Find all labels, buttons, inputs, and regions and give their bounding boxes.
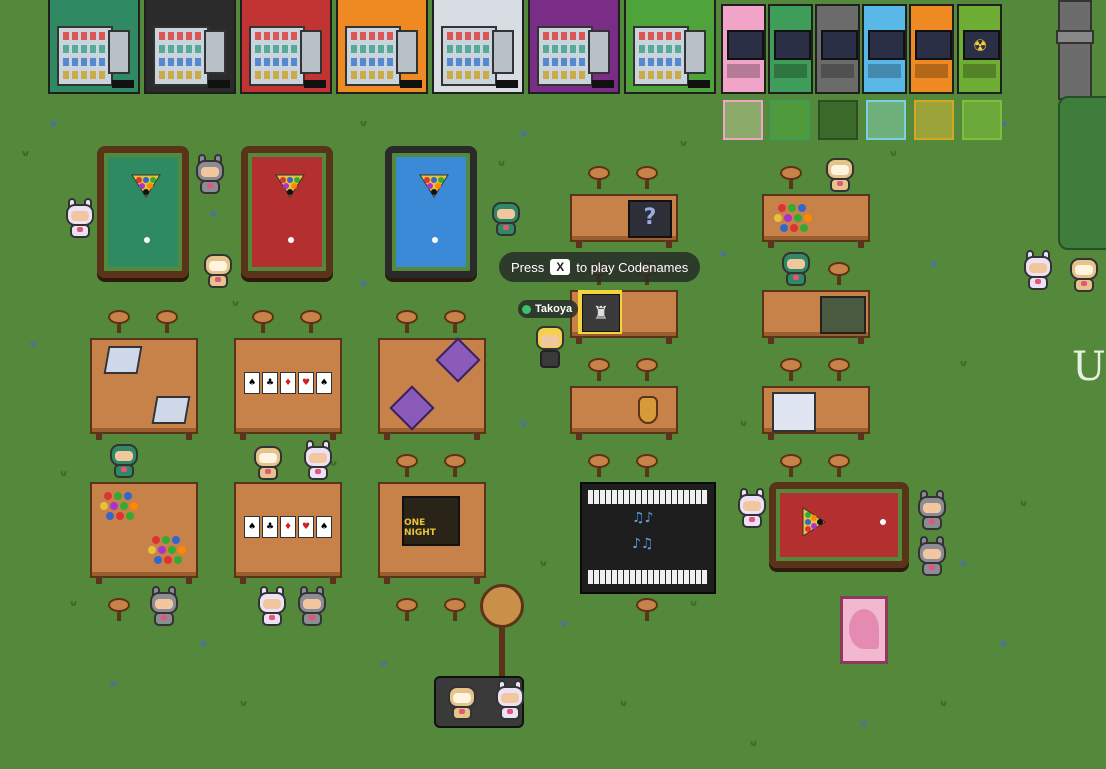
marble-board-icon <box>146 532 190 572</box>
game-table[interactable] <box>90 338 198 440</box>
vending-machine-black[interactable] <box>144 0 236 94</box>
color-swatch[interactable] <box>723 100 763 140</box>
vending-machine-white[interactable] <box>432 0 524 94</box>
prompt-key: X <box>550 259 571 275</box>
avatar-raccoon[interactable] <box>192 154 228 194</box>
vending-machine-orange[interactable] <box>336 0 428 94</box>
arcade-machine-orange[interactable] <box>909 4 954 94</box>
card-game-table[interactable]: ♠ ♣ ♦ ♥ ♠ <box>234 338 342 440</box>
avatar-pug[interactable] <box>200 248 236 288</box>
game-table[interactable] <box>378 337 486 440</box>
playing-cards-icon: ♠ ♣ ♦ ♥ ♠ <box>244 372 332 394</box>
avatar-bunny[interactable] <box>300 440 336 480</box>
d20-die-icon <box>435 337 481 383</box>
hedge <box>1058 96 1106 250</box>
vending-machine-green[interactable] <box>48 0 140 94</box>
avatar-raccoon[interactable] <box>914 490 950 530</box>
tile-icon <box>103 346 143 374</box>
arcade-machine-blue[interactable] <box>862 4 907 94</box>
avatar-bunny[interactable] <box>1020 250 1056 290</box>
lamp-post <box>480 584 524 628</box>
pool-table[interactable] <box>769 482 909 568</box>
prompt-suffix: to play Codenames <box>576 259 689 275</box>
avatar-bunny[interactable] <box>492 680 528 720</box>
online-status-icon <box>522 304 531 314</box>
color-swatch[interactable] <box>818 100 858 140</box>
avatar-frog[interactable] <box>106 438 142 478</box>
edge-sign-text: Use <box>1072 344 1106 390</box>
color-swatch[interactable] <box>866 100 906 140</box>
radiation-icon: ☢ <box>973 36 988 55</box>
piano-keys <box>588 490 708 504</box>
avatar-pug[interactable] <box>1066 252 1102 292</box>
playing-cards-icon: ♠ ♣ ♦ ♥ ♠ <box>244 516 332 538</box>
game-world: ☢ Use <box>0 0 1106 769</box>
game-table[interactable] <box>762 386 870 440</box>
piano[interactable]: ♫♪ ♪♫ <box>580 482 716 594</box>
poster-icon[interactable] <box>840 596 888 664</box>
avatar-frog[interactable] <box>488 196 524 236</box>
arcade-machine-green[interactable] <box>768 4 813 94</box>
game-table[interactable]: ONE NIGHT <box>378 482 486 584</box>
pool-table[interactable] <box>385 146 477 278</box>
piano-icon: ♪♫ <box>632 536 654 552</box>
avatar-raccoon[interactable] <box>294 586 330 626</box>
piano-icon: ♫♪ <box>632 510 654 526</box>
game-table[interactable] <box>762 194 870 248</box>
blank-card-icon <box>772 392 816 432</box>
player-nametag: Takoya <box>518 300 579 318</box>
prompt-prefix: Press <box>511 259 545 275</box>
marble-board-icon <box>772 200 816 240</box>
game-table[interactable]: ? <box>570 194 678 248</box>
pool-table[interactable] <box>97 146 189 278</box>
arcade-machine-gray[interactable] <box>815 4 860 94</box>
painting-icon <box>820 296 866 334</box>
codenames-table[interactable]: ♜ <box>570 290 678 344</box>
avatar-bunny[interactable] <box>62 198 98 238</box>
player-name: Takoya <box>535 303 573 315</box>
stone-pillar <box>1056 0 1094 100</box>
vending-machine-red[interactable] <box>240 0 332 94</box>
game-table[interactable] <box>762 290 870 344</box>
piano-keys <box>588 570 708 584</box>
vending-machine-lime[interactable] <box>624 0 716 94</box>
billiard-rack-icon <box>801 506 827 538</box>
question-block-icon: ? <box>628 200 672 238</box>
avatar-pug[interactable] <box>444 680 480 720</box>
arcade-machine-lime[interactable]: ☢ <box>957 4 1002 94</box>
arcade-machine-pink[interactable] <box>721 4 766 94</box>
avatar-bunny[interactable] <box>734 488 770 528</box>
avatar-pug[interactable] <box>822 152 858 192</box>
billiard-rack-icon <box>274 173 306 199</box>
d20-die-icon <box>389 385 435 431</box>
avatar-raccoon[interactable] <box>146 586 182 626</box>
billiard-rack-icon <box>130 173 162 199</box>
avatar-frog[interactable] <box>778 246 814 286</box>
avatar-pug[interactable] <box>250 440 286 480</box>
interaction-prompt: Press X to play Codenames <box>499 252 701 282</box>
spinning-top-icon <box>638 396 658 424</box>
card-game-table[interactable]: ♠ ♣ ♦ ♥ ♠ <box>234 482 342 584</box>
vending-machine-purple[interactable] <box>528 0 620 94</box>
tile-icon <box>151 396 191 424</box>
color-swatch[interactable] <box>914 100 954 140</box>
player-character <box>532 324 568 370</box>
pool-table[interactable] <box>241 146 333 278</box>
avatar-raccoon[interactable] <box>914 536 950 576</box>
billiard-rack-icon <box>418 173 450 199</box>
game-table[interactable] <box>570 386 678 440</box>
game-table[interactable] <box>90 482 198 584</box>
codenames-icon[interactable]: ♜ <box>578 290 622 334</box>
avatar-bunny[interactable] <box>254 586 290 626</box>
color-swatch[interactable] <box>962 100 1002 140</box>
color-swatch[interactable] <box>770 100 810 140</box>
one-night-icon: ONE NIGHT <box>402 496 460 546</box>
marble-board-icon <box>98 488 142 528</box>
